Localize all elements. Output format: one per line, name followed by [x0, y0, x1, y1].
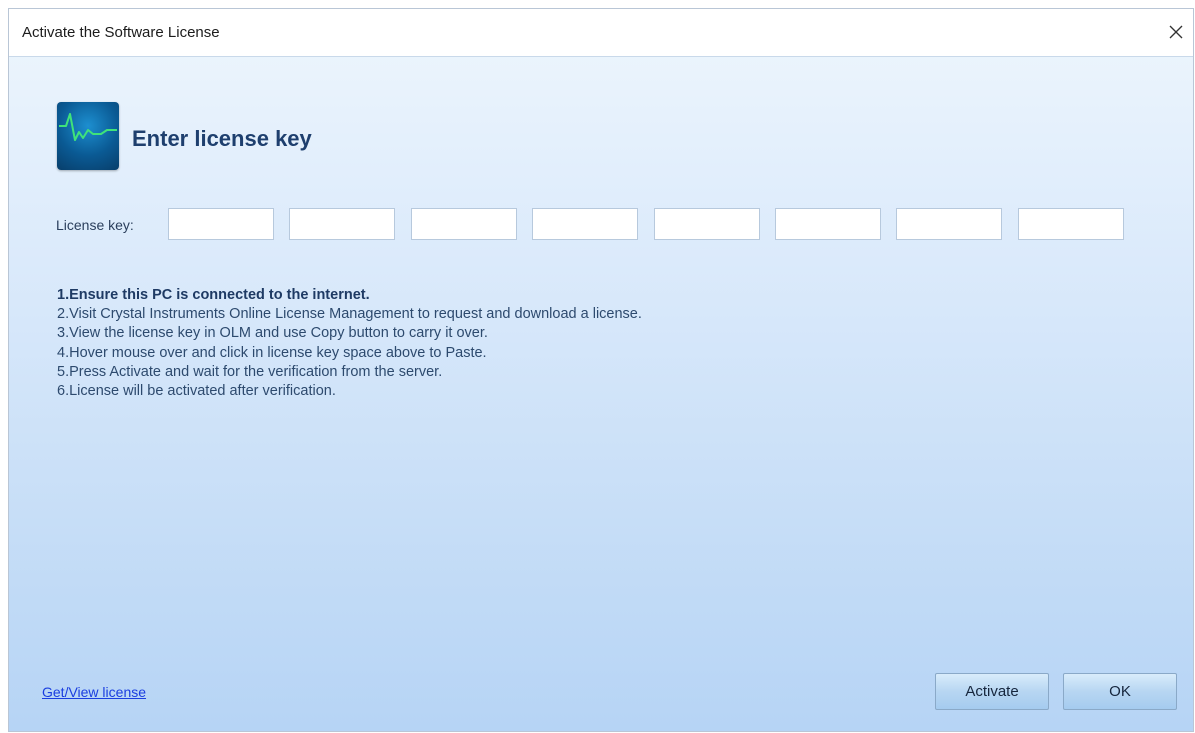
license-key-field-1[interactable]	[168, 208, 274, 240]
activate-button[interactable]: Activate	[935, 673, 1049, 710]
license-key-field-2[interactable]	[289, 208, 395, 240]
instruction-step-4: 4.Hover mouse over and click in license …	[57, 344, 487, 361]
ok-button[interactable]: OK	[1063, 673, 1177, 710]
instruction-step-1: 1.Ensure this PC is connected to the int…	[57, 287, 370, 303]
window-title: Activate the Software License	[22, 24, 220, 41]
license-key-field-4[interactable]	[532, 208, 638, 240]
title-bar: Activate the Software License	[9, 9, 1193, 57]
license-dialog: Activate the Software License Enter lice…	[8, 8, 1194, 732]
close-button[interactable]	[1159, 15, 1193, 49]
instruction-step-2: 2.Visit Crystal Instruments Online Licen…	[57, 306, 642, 323]
license-key-field-3[interactable]	[411, 208, 517, 240]
close-icon	[1169, 25, 1183, 39]
instructions-list: 1.Ensure this PC is connected to the int…	[57, 286, 642, 401]
license-key-field-8[interactable]	[1018, 208, 1124, 240]
instruction-step-3: 3.View the license key in OLM and use Co…	[57, 325, 488, 342]
header-title: Enter license key	[132, 126, 312, 151]
instruction-step-5: 5.Press Activate and wait for the verifi…	[57, 363, 443, 380]
license-key-field-6[interactable]	[775, 208, 881, 240]
license-key-label: License key:	[56, 217, 134, 233]
get-view-license-link[interactable]: Get/View license	[42, 684, 146, 700]
instruction-step-6: 6.License will be activated after verifi…	[57, 383, 336, 400]
waveform-icon	[57, 102, 119, 170]
license-key-field-5[interactable]	[654, 208, 760, 240]
license-key-field-7[interactable]	[896, 208, 1002, 240]
